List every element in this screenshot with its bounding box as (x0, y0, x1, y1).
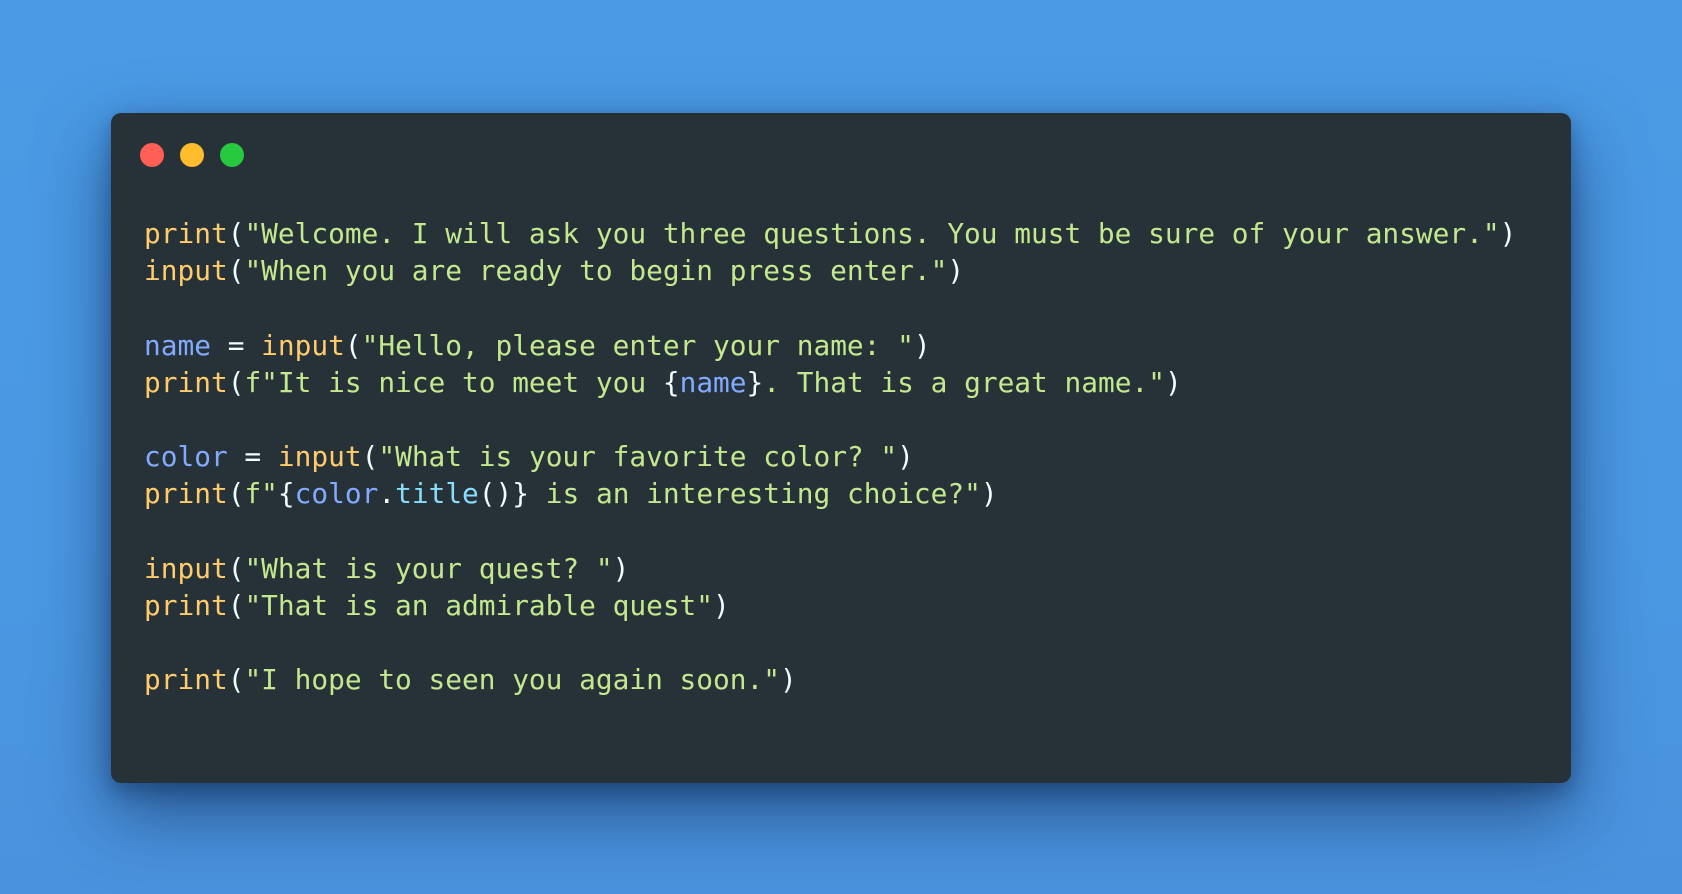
code-function: input (144, 551, 228, 585)
code-punctuation: = (210, 328, 262, 362)
code-line: input("What is your quest? ") (144, 550, 1516, 587)
code-string: f" (244, 477, 278, 511)
code-line: input("When you are ready to begin press… (144, 252, 1516, 289)
maximize-dot-icon[interactable] (220, 143, 244, 167)
code-punctuation: ( (227, 365, 245, 399)
minimize-dot-icon[interactable] (180, 143, 204, 167)
code-punctuation: ( (227, 254, 245, 288)
code-function: print (144, 663, 228, 697)
code-punctuation: ) (913, 328, 931, 362)
code-string: . That is a great name." (763, 365, 1165, 399)
code-punctuation: { (662, 365, 680, 399)
code-variable: color (294, 477, 379, 511)
code-string: "I hope to seen you again soon." (244, 663, 780, 697)
code-line: print(f"{color.title()} is an interestin… (144, 475, 1516, 512)
code-punctuation: ) (980, 477, 998, 511)
code-punctuation: ) (1499, 217, 1517, 250)
code-punctuation: ) (713, 588, 730, 622)
code-string: "That is an admirable quest" (244, 588, 714, 622)
code-string: is an interesting choice?" (529, 477, 981, 511)
code-variable: name (679, 365, 747, 399)
code-function: print (144, 477, 228, 511)
code-line: print("Welcome. I will ask you three que… (144, 215, 1516, 252)
code-punctuation: ) (947, 254, 965, 288)
code-punctuation: ( (227, 217, 245, 250)
code-string: "When you are ready to begin press enter… (244, 254, 948, 288)
close-dot-icon[interactable] (140, 143, 164, 167)
code-function: input (144, 254, 228, 288)
code-line: print(f"It is nice to meet you {name}. T… (144, 364, 1516, 401)
code-string: "What is your quest? " (244, 551, 613, 585)
code-punctuation: ) (1164, 365, 1182, 399)
code-punctuation: { (277, 477, 295, 511)
code-line: name = input("Hello, please enter your n… (144, 327, 1516, 364)
code-punctuation: ( (361, 440, 379, 474)
code-function: print (144, 217, 228, 250)
code-punctuation: ) (612, 551, 630, 585)
code-punctuation: } (746, 365, 764, 399)
code-function: print (144, 588, 228, 622)
code-block: print("Welcome. I will ask you three que… (144, 215, 1516, 698)
code-punctuation: ) (779, 663, 797, 697)
code-variable: color (144, 440, 228, 474)
code-punctuation: ( (227, 663, 245, 697)
code-punctuation: = (227, 440, 278, 474)
code-punctuation: ( (344, 328, 362, 362)
code-variable: name (144, 328, 211, 362)
code-string: f"It is nice to meet you (244, 365, 663, 399)
code-window: print("Welcome. I will ask you three que… (111, 113, 1571, 783)
code-punctuation: ) (897, 440, 914, 474)
code-line: print("That is an admirable quest") (144, 587, 1516, 624)
code-punctuation: ( (227, 477, 245, 511)
code-function: print (144, 365, 228, 399)
code-string: "Welcome. I will ask you three questions… (244, 217, 1500, 250)
code-function: input (277, 440, 362, 474)
code-string: "What is your favorite color? " (378, 440, 898, 474)
code-punctuation: . (378, 477, 396, 511)
code-string: "Hello, please enter your name: " (361, 328, 914, 362)
code-method: title (395, 477, 479, 511)
code-punctuation: ( (227, 551, 245, 585)
code-punctuation: ( (227, 588, 245, 622)
code-function: input (261, 328, 345, 362)
code-line: print("I hope to seen you again soon.") (144, 661, 1516, 698)
code-line: color = input("What is your favorite col… (144, 438, 1516, 475)
code-punctuation: ()} (478, 477, 530, 511)
window-controls (140, 143, 244, 167)
